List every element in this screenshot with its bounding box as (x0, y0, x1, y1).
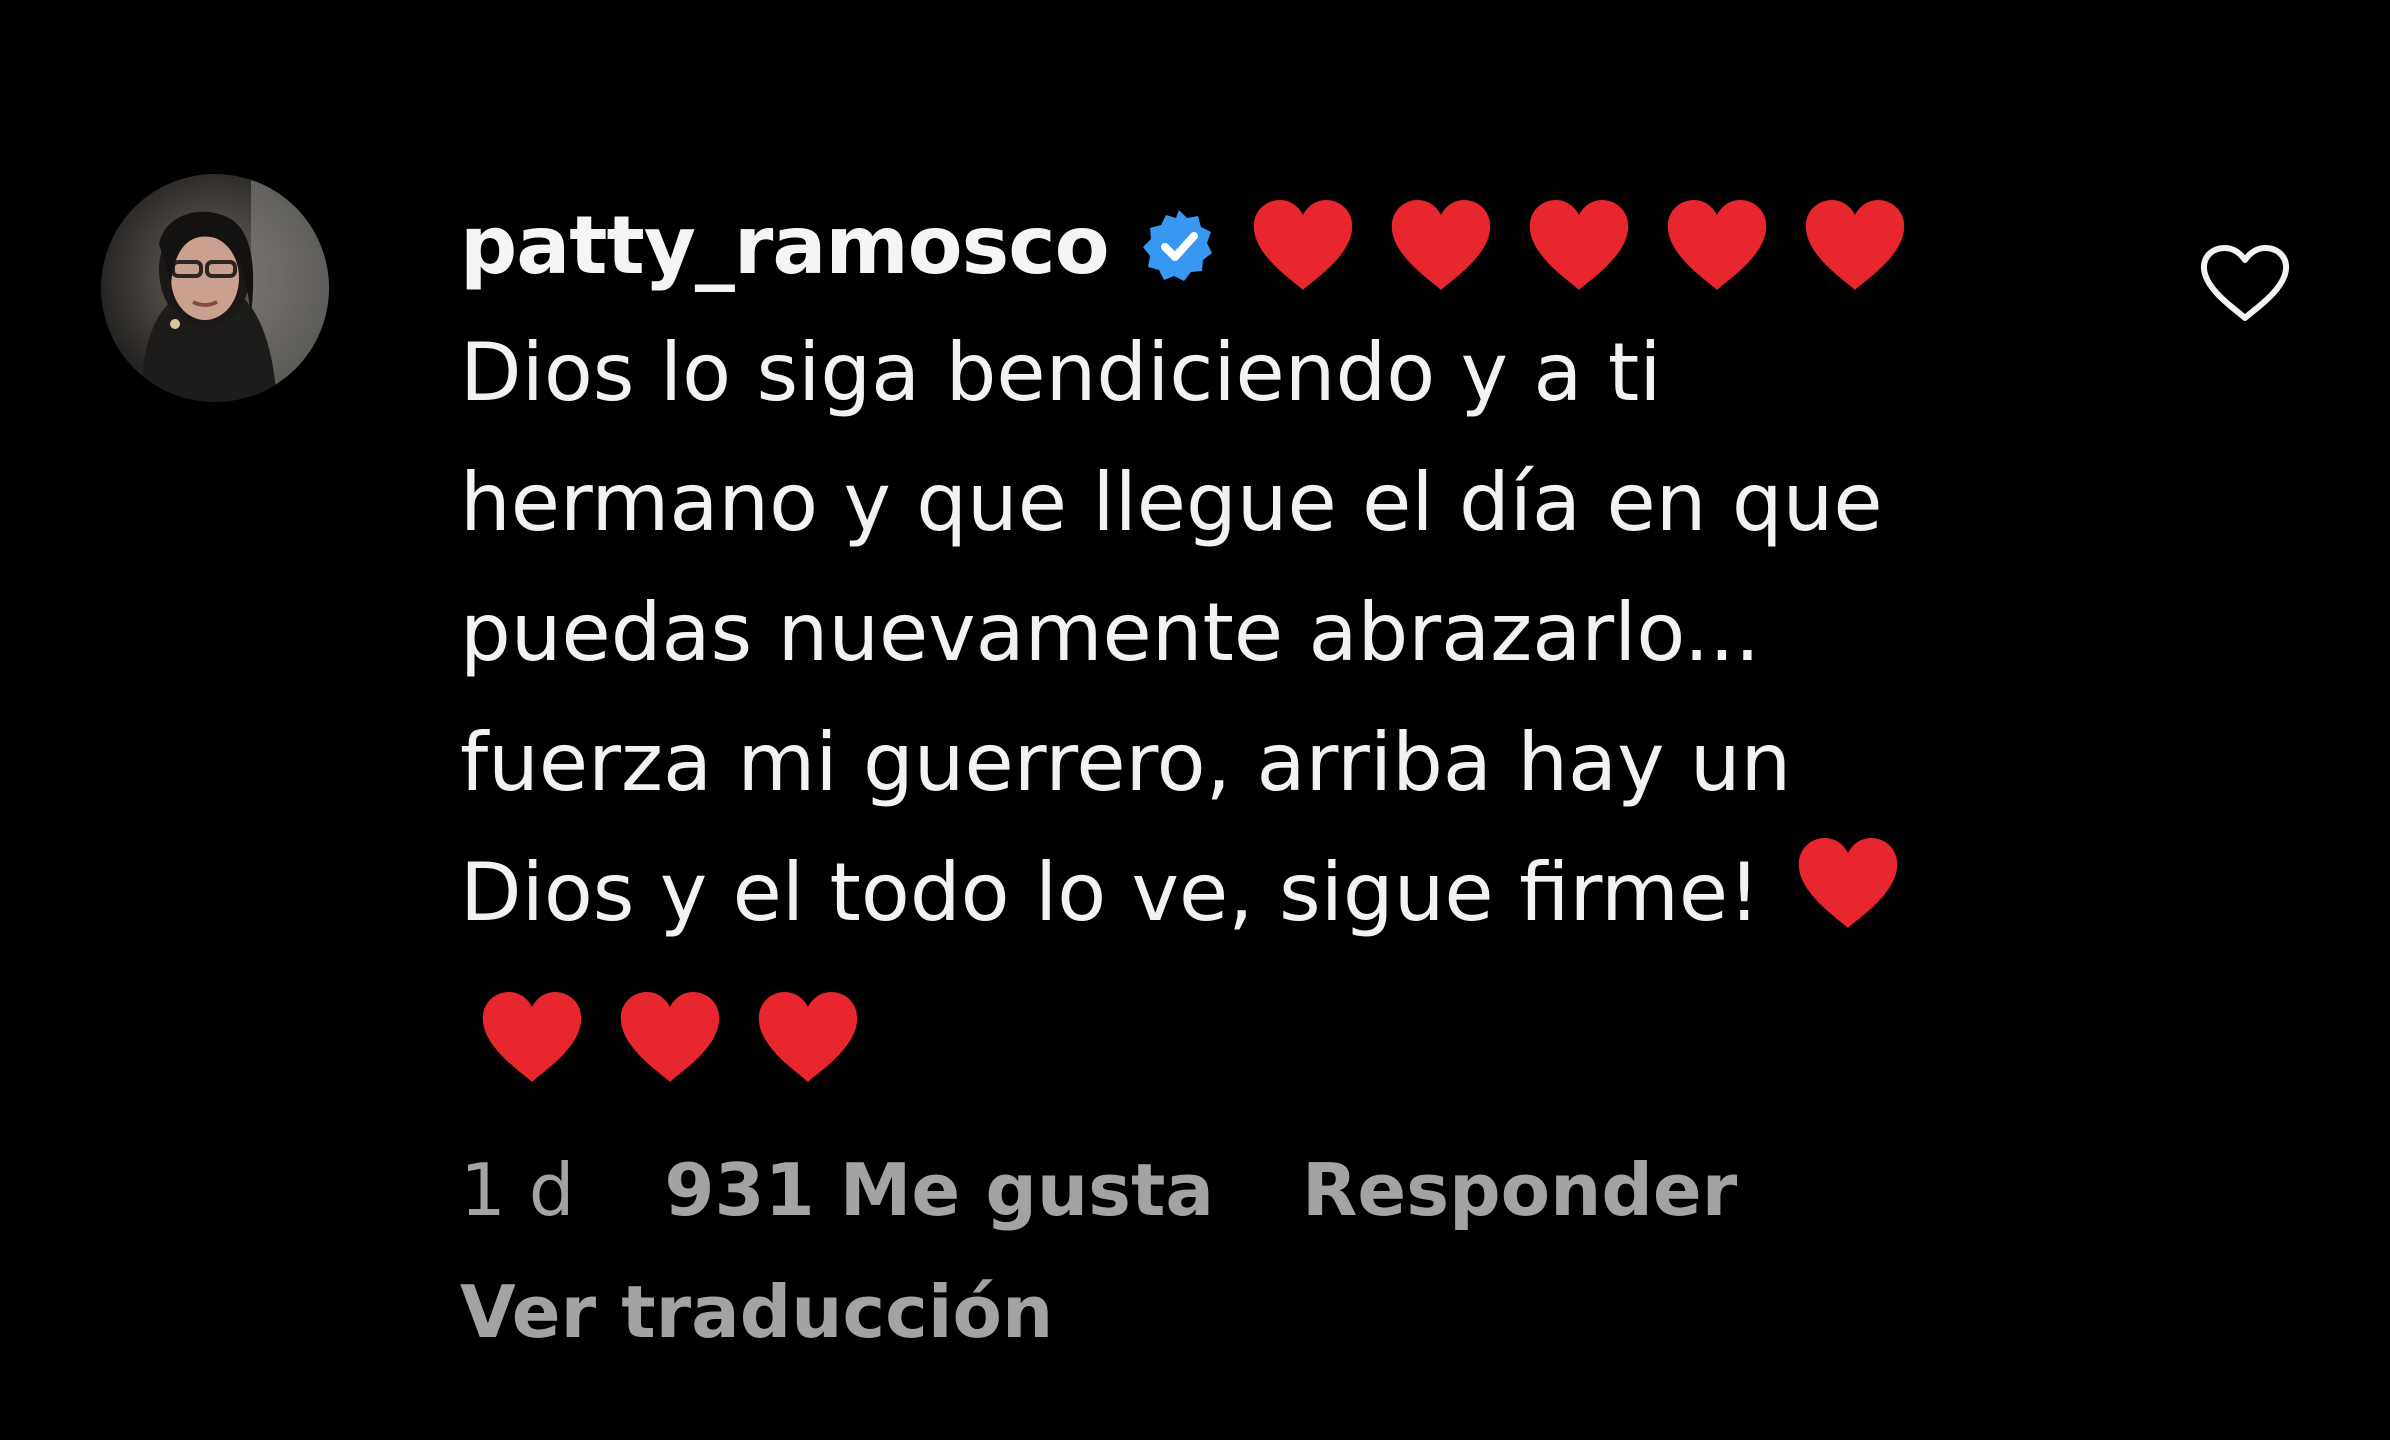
likes-count-link[interactable]: 931 Me gusta (664, 1148, 1214, 1232)
comment-text-line: fuerza mi guerrero, arriba hay un (460, 716, 1792, 809)
comment-header: patty_ramosco (460, 178, 2120, 314)
red-heart-icon (480, 990, 584, 1086)
comment-meta: 1 d 931 Me gusta Responder (460, 1148, 1737, 1232)
red-heart-icon (1803, 198, 1907, 294)
timestamp: 1 d (460, 1148, 575, 1232)
avatar-photo (101, 174, 329, 402)
comment-text-line-last: Dios y el todo lo ve, sigue firme! (460, 828, 2080, 958)
red-heart-icon (756, 990, 860, 1086)
username[interactable]: patty_ramosco (460, 206, 1110, 286)
avatar[interactable] (101, 174, 329, 402)
verified-badge-icon (1139, 206, 1219, 286)
emoji-row (460, 958, 2080, 1098)
red-heart-icon (1389, 198, 1493, 294)
comment-text: Dios lo siga bendiciendo y a ti hermano … (460, 308, 2080, 1098)
red-heart-icon (1665, 198, 1769, 294)
red-heart-icon (1527, 198, 1631, 294)
red-heart-icon (1251, 198, 1355, 294)
see-translation-link[interactable]: Ver traducción (460, 1270, 1053, 1354)
red-heart-icon (618, 990, 722, 1086)
comment-text-line: Dios lo siga bendiciendo y a ti (460, 326, 1662, 419)
comment-text-line: hermano y que llegue el día en que (460, 456, 1883, 549)
comment: patty_ramosco Dios lo siga bendiciendo y… (460, 178, 2120, 1098)
reply-button[interactable]: Responder (1302, 1148, 1737, 1232)
heart-outline-icon (2200, 245, 2290, 321)
comment-text-line: Dios y el todo lo ve, sigue firme! (460, 846, 1761, 939)
like-comment-button[interactable] (2200, 244, 2290, 324)
comment-text-line: puedas nuevamente abrazarlo... (460, 586, 1761, 679)
red-heart-icon (1796, 836, 1900, 932)
